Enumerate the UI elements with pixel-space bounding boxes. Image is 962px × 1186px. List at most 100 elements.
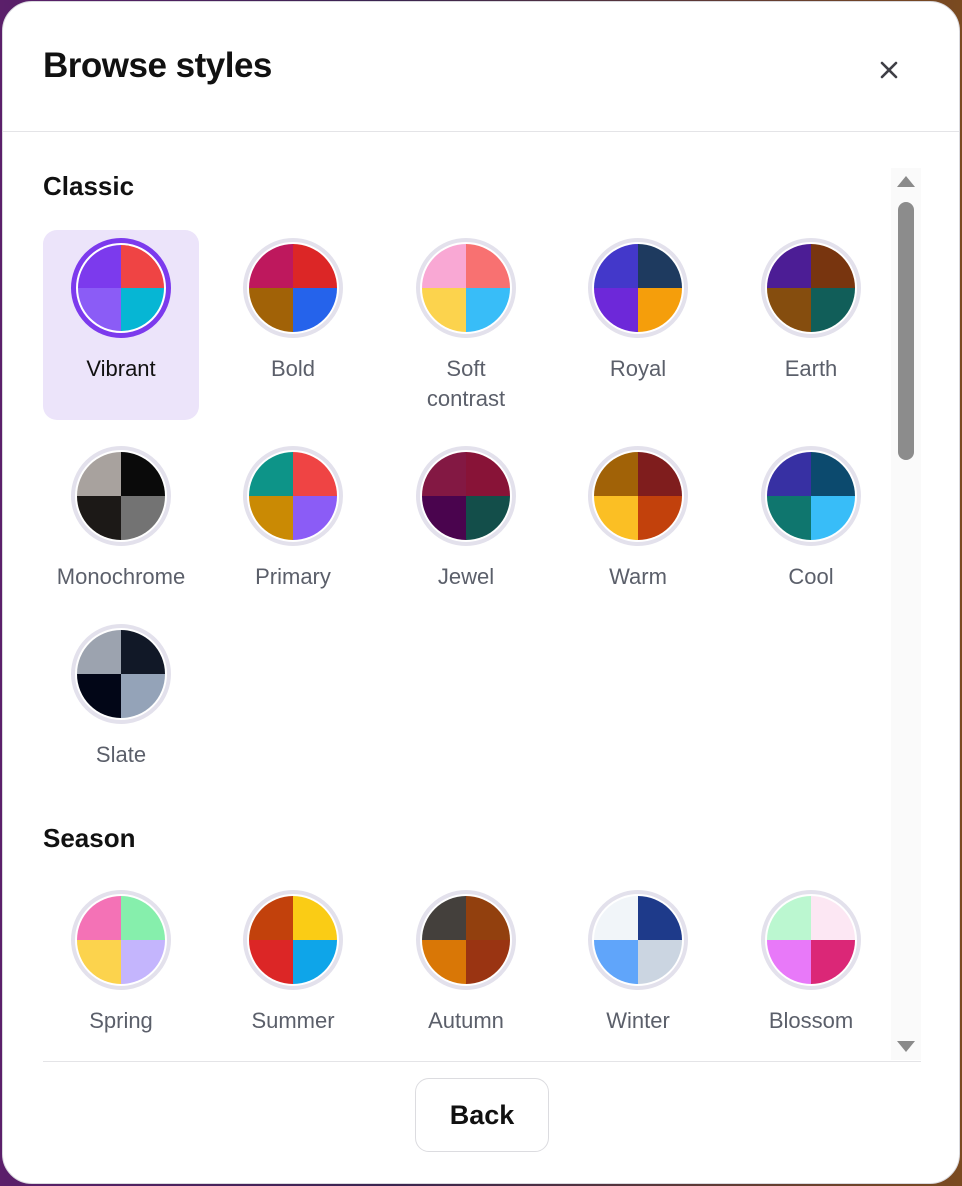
style-option-primary[interactable]: Primary [215, 438, 371, 628]
palette-quadrant-bottom-right [466, 288, 510, 332]
close-icon [880, 61, 898, 79]
style-option-slate[interactable]: Slate [43, 616, 199, 806]
color-palette-icon [249, 244, 337, 332]
dialog-header: Browse styles [3, 2, 959, 132]
palette-quadrant-bottom-left [78, 288, 121, 331]
palette-quadrant-top-left [422, 244, 466, 288]
dialog-title: Browse styles [43, 46, 272, 85]
color-palette-icon [767, 452, 855, 540]
palette-quadrant-top-right [121, 630, 165, 674]
style-option-label: Autumn [428, 1008, 504, 1033]
palette-quadrant-bottom-left [422, 940, 466, 984]
color-swatch-ring [761, 890, 861, 990]
style-option-label: Blossom [768, 1008, 854, 1033]
palette-quadrant-top-left [249, 896, 293, 940]
section-title-season: Season [43, 823, 136, 853]
palette-quadrant-bottom-right [638, 940, 682, 984]
palette-quadrant-bottom-left [249, 940, 293, 984]
palette-quadrant-bottom-left [422, 496, 466, 540]
style-option-label: Bold [270, 356, 316, 381]
style-option-summer[interactable]: Summer [215, 882, 371, 1060]
color-swatch-ring [588, 238, 688, 338]
triangle-down-icon[interactable] [896, 1040, 916, 1054]
color-swatch-ring [243, 238, 343, 338]
palette-quadrant-bottom-left [77, 496, 121, 540]
style-option-monochrome[interactable]: Monochrome [43, 438, 199, 628]
styles-scroll-area[interactable]: Classic Vibrant Bold Soft contrast Royal Ear… [3, 133, 889, 1060]
style-option-earth[interactable]: Earth [733, 230, 889, 420]
color-palette-icon [78, 245, 164, 331]
palette-quadrant-top-right [293, 896, 337, 940]
palette-quadrant-bottom-right [811, 496, 855, 540]
palette-quadrant-bottom-right [121, 288, 164, 331]
style-option-royal[interactable]: Royal [560, 230, 716, 420]
color-palette-icon [767, 244, 855, 332]
style-option-spring[interactable]: Spring [43, 882, 199, 1060]
color-palette-icon [422, 244, 510, 332]
palette-quadrant-bottom-left [767, 940, 811, 984]
color-palette-icon [767, 896, 855, 984]
palette-quadrant-top-left [767, 452, 811, 496]
palette-quadrant-top-right [811, 896, 855, 940]
color-palette-icon [77, 452, 165, 540]
style-option-label: Monochrome [56, 564, 186, 589]
color-palette-icon [594, 452, 682, 540]
palette-quadrant-bottom-right [121, 674, 165, 718]
color-swatch-ring [243, 890, 343, 990]
scrollbar-thumb[interactable] [898, 202, 914, 460]
style-option-label: Winter [606, 1008, 670, 1033]
palette-quadrant-top-left [594, 896, 638, 940]
style-option-cool[interactable]: Cool [733, 438, 889, 628]
color-swatch-ring [71, 890, 171, 990]
palette-quadrant-top-right [293, 244, 337, 288]
style-option-vibrant[interactable]: Vibrant [43, 230, 199, 420]
palette-quadrant-bottom-right [811, 288, 855, 332]
palette-quadrant-top-right [466, 896, 510, 940]
color-swatch-ring [588, 446, 688, 546]
color-swatch-ring [416, 238, 516, 338]
palette-quadrant-top-left [767, 244, 811, 288]
style-option-label: Vibrant [86, 356, 156, 381]
style-option-blossom[interactable]: Blossom [733, 882, 889, 1060]
palette-quadrant-top-right [811, 244, 855, 288]
palette-quadrant-top-left [249, 244, 293, 288]
vertical-scrollbar[interactable] [891, 168, 921, 1060]
palette-quadrant-top-right [638, 452, 682, 496]
style-option-soft-contrast[interactable]: Soft contrast [388, 230, 544, 420]
style-option-label: Spring [89, 1008, 153, 1033]
palette-quadrant-bottom-right [638, 288, 682, 332]
style-option-winter[interactable]: Winter [560, 882, 716, 1060]
palette-quadrant-bottom-left [594, 288, 638, 332]
palette-quadrant-top-left [78, 245, 121, 288]
style-option-warm[interactable]: Warm [560, 438, 716, 628]
palette-quadrant-top-right [121, 452, 165, 496]
color-swatch-ring [761, 238, 861, 338]
style-option-jewel[interactable]: Jewel [388, 438, 544, 628]
palette-quadrant-top-left [594, 244, 638, 288]
palette-quadrant-top-right [638, 896, 682, 940]
palette-quadrant-top-left [249, 452, 293, 496]
palette-quadrant-bottom-right [293, 940, 337, 984]
style-option-label: Slate [95, 742, 147, 767]
footer-divider [43, 1061, 921, 1062]
style-option-bold[interactable]: Bold [215, 230, 371, 420]
triangle-up-icon[interactable] [896, 174, 916, 188]
back-button[interactable]: Back [415, 1078, 549, 1152]
color-palette-icon [422, 452, 510, 540]
palette-quadrant-top-left [77, 896, 121, 940]
palette-quadrant-bottom-left [77, 674, 121, 718]
style-option-label: Earth [784, 356, 838, 381]
style-option-label: Warm [609, 564, 667, 589]
close-button[interactable] [869, 50, 909, 90]
color-swatch-ring [71, 446, 171, 546]
palette-quadrant-bottom-left [594, 940, 638, 984]
style-option-autumn[interactable]: Autumn [388, 882, 544, 1060]
palette-quadrant-bottom-left [77, 940, 121, 984]
palette-quadrant-bottom-left [422, 288, 466, 332]
color-swatch-ring [71, 238, 171, 338]
palette-quadrant-bottom-right [466, 940, 510, 984]
palette-quadrant-top-left [77, 630, 121, 674]
palette-quadrant-bottom-left [767, 288, 811, 332]
style-option-label: Cool [788, 564, 834, 589]
palette-quadrant-top-left [422, 896, 466, 940]
